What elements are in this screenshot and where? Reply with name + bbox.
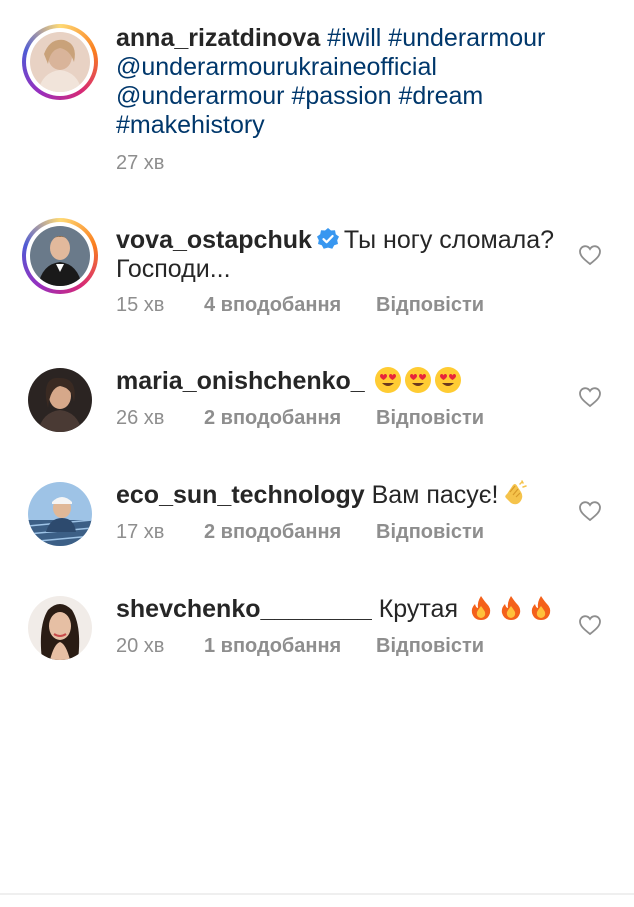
caption-username[interactable]: anna_rizatdinova: [116, 24, 320, 52]
comment-avatar-vova[interactable]: [22, 218, 98, 294]
like-heart-icon[interactable]: [578, 386, 602, 408]
verified-badge-icon: [316, 228, 339, 249]
comment-time: 17 хв: [116, 521, 165, 543]
comment-likes-count[interactable]: 2 вподобання: [204, 407, 376, 430]
reply-button[interactable]: Відповісти: [376, 294, 484, 317]
comment-likes-count[interactable]: 4 вподобання: [204, 294, 376, 317]
like-heart-icon[interactable]: [578, 244, 602, 266]
comment-avatar-eco-sun[interactable]: [28, 482, 92, 546]
comment-avatar-maria[interactable]: [28, 368, 92, 432]
comment-text: Вам пасує!: [371, 481, 499, 509]
comment-meta: 26 хв 2 вподобання Відповісти: [116, 407, 484, 430]
caption-text: anna_rizatdinova #iwill #underarmour @un…: [116, 24, 556, 140]
comment-username[interactable]: maria_onishchenko_: [116, 367, 365, 395]
heart-eyes-emoji-icon: [434, 367, 461, 393]
comment-time: 15 хв: [116, 294, 165, 316]
comment-avatar-shevchenko[interactable]: [28, 596, 92, 660]
comment-username[interactable]: vova_ostapchuk: [116, 226, 312, 254]
caption-mention-ukraine[interactable]: @underarmourukraineofficial: [116, 53, 437, 81]
fire-emoji-icon: [531, 596, 551, 620]
heart-eyes-emoji-icon: [404, 367, 431, 393]
like-heart-icon[interactable]: [578, 614, 602, 636]
caption-hashtag-makehistory[interactable]: #makehistory: [116, 111, 265, 139]
reply-button[interactable]: Відповісти: [376, 635, 484, 658]
caption-avatar[interactable]: [22, 24, 98, 100]
comment-meta: 15 хв 4 вподобання Відповісти: [116, 294, 484, 317]
comment-likes-count[interactable]: 1 вподобання: [204, 635, 376, 658]
comment-username[interactable]: eco_sun_technology: [116, 481, 365, 509]
comment-text: Крутая: [378, 595, 458, 623]
caption-hashtags[interactable]: #iwill #underarmour: [320, 24, 545, 52]
comment-body: shevchenko________ Крутая: [116, 594, 556, 624]
reply-button[interactable]: Відповісти: [376, 407, 484, 430]
bottom-divider: [0, 893, 634, 895]
comments-screen: anna_rizatdinova #iwill #underarmour @un…: [0, 0, 634, 907]
comment-body: eco_sun_technology Вам пасує!: [116, 480, 556, 510]
comment-likes-count[interactable]: 2 вподобання: [204, 521, 376, 544]
comment-text-line1: Ты ногу сломала?: [343, 226, 555, 254]
caption-mention-tags[interactable]: @underarmour #passion #dream: [116, 82, 483, 110]
like-heart-icon[interactable]: [578, 500, 602, 522]
caption-time: 27 хв: [116, 152, 165, 174]
comment-text-line2: Господи...: [116, 255, 231, 283]
comment-meta: 17 хв 2 вподобання Відповісти: [116, 521, 484, 544]
comment-meta: 20 хв 1 вподобання Відповісти: [116, 635, 484, 658]
clapping-hands-emoji-icon: [505, 480, 528, 505]
heart-eyes-emoji-icon: [374, 367, 401, 393]
comment-body: vova_ostapchuk Ты ногу сломала? Господи..…: [116, 226, 556, 284]
reply-button[interactable]: Відповісти: [376, 521, 484, 544]
fire-emoji-icon: [501, 596, 521, 620]
comment-body: maria_onishchenko_: [116, 366, 556, 396]
caption-meta: 27 хв: [116, 152, 204, 175]
comment-time: 20 хв: [116, 635, 165, 657]
comment-username[interactable]: shevchenko________: [116, 595, 372, 623]
comment-time: 26 хв: [116, 407, 165, 429]
fire-emoji-icon: [471, 596, 491, 620]
